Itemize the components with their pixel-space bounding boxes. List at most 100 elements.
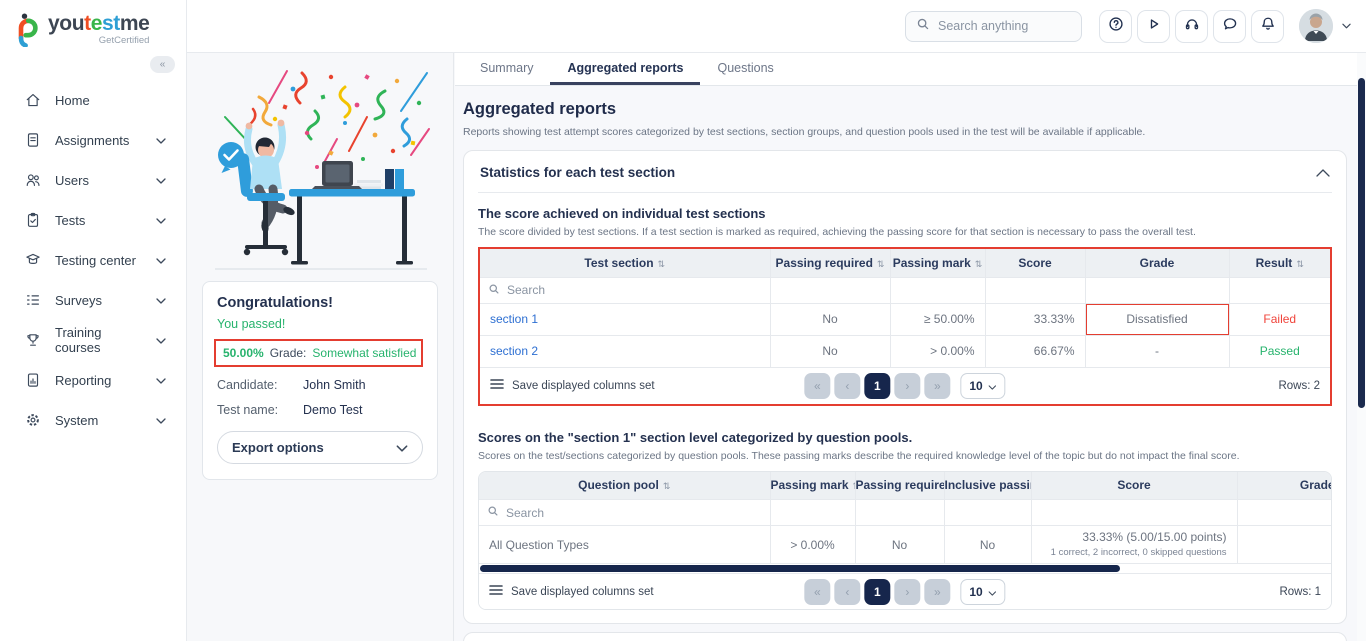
column-result[interactable]: Result⇅ <box>1229 249 1330 277</box>
chevron-up-icon[interactable] <box>1316 169 1330 177</box>
sidebar-item-label: Assignments <box>55 133 143 148</box>
headphones-icon <box>1183 15 1201 38</box>
overall-score: 50.00% <box>223 346 264 360</box>
first-page-button[interactable]: « <box>804 373 830 399</box>
global-search[interactable] <box>905 11 1082 42</box>
notifications-button[interactable] <box>1251 10 1284 43</box>
column-inclusive-passing[interactable]: Inclusive passing <box>944 472 1031 500</box>
sidebar-item-surveys[interactable]: Surveys <box>0 280 186 320</box>
pagination: « ‹ 1 › » 10 <box>804 579 1005 605</box>
sidebar-item-assignments[interactable]: Assignments <box>0 120 186 160</box>
search-input[interactable] <box>938 19 1071 33</box>
prev-page-button[interactable]: ‹ <box>834 579 860 605</box>
column-passing-mark[interactable]: Passing mark⇅ <box>890 249 985 277</box>
page-size-select[interactable]: 10 <box>960 373 1005 399</box>
question-pool-cell: All Question Types <box>479 526 770 564</box>
report-icon <box>24 371 42 389</box>
grade-cell: - <box>1085 335 1229 367</box>
section-link[interactable]: section 1 <box>490 312 538 326</box>
chat-button[interactable] <box>1213 10 1246 43</box>
section-scores-table-annotation: Test section⇅ Passing required⇅ Passing … <box>478 247 1332 406</box>
score-grade-annotation: 50.00% Grade: Somewhat satisfied <box>214 339 423 367</box>
tutorial-button[interactable] <box>1137 10 1170 43</box>
vertical-scrollbar-thumb[interactable] <box>1358 78 1365 408</box>
page-number-button[interactable]: 1 <box>864 579 890 605</box>
save-columns-button[interactable]: Save displayed columns set <box>490 378 655 393</box>
sidebar-item-label: Testing center <box>55 253 143 268</box>
inclusive-passing-cell: No <box>944 526 1031 564</box>
next-page-button[interactable]: › <box>894 373 920 399</box>
grade-label: Grade: <box>270 346 307 360</box>
column-score[interactable]: Score <box>1031 472 1237 500</box>
sidebar-item-label: Tests <box>55 213 143 228</box>
passing-mark-cell: > 0.00% <box>890 335 985 367</box>
question-pool-filter-input[interactable] <box>506 506 762 520</box>
score-breakdown: 1 correct, 2 incorrect, 0 skipped questi… <box>1042 547 1227 559</box>
sidebar-item-reporting[interactable]: Reporting <box>0 360 186 400</box>
last-page-button[interactable]: » <box>924 373 950 399</box>
column-passing-required[interactable]: Passing required <box>855 472 944 500</box>
page-number-button[interactable]: 1 <box>864 373 890 399</box>
first-page-button[interactable]: « <box>804 579 830 605</box>
prev-page-button[interactable]: ‹ <box>834 373 860 399</box>
page-size-select[interactable]: 10 <box>960 579 1005 605</box>
sidebar-item-testing-center[interactable]: Testing center <box>0 240 186 280</box>
sidebar-item-system[interactable]: System <box>0 400 186 440</box>
table-row: section 1 No ≥ 50.00% 33.33% Dissatisfie… <box>480 303 1330 335</box>
profile-menu-chevron-icon[interactable] <box>1342 23 1351 29</box>
candidate-label: Candidate: <box>217 378 303 392</box>
sidebar-item-label: Home <box>55 93 166 108</box>
brand-logo[interactable]: youtestme GetCertified <box>0 0 186 47</box>
passing-required-cell: No <box>770 303 890 335</box>
column-test-section[interactable]: Test section⇅ <box>480 249 770 277</box>
sidebar-item-training-courses[interactable]: Training courses <box>0 320 186 360</box>
column-passing-mark[interactable]: Passing mark⇅ <box>770 472 855 500</box>
tab-summary[interactable]: Summary <box>463 53 550 85</box>
column-question-pool[interactable]: Question pool⇅ <box>479 472 770 500</box>
document-icon <box>24 131 42 149</box>
export-options-button[interactable]: Export options <box>217 431 423 464</box>
table-row: section 2 No > 0.00% 66.67% - Passed <box>480 335 1330 367</box>
sidebar-item-label: Training courses <box>55 325 143 355</box>
horizontal-scrollbar-thumb[interactable] <box>480 565 1120 572</box>
result-card: Congratulations! You passed! 50.00% Grad… <box>202 281 438 480</box>
passing-required-cell: No <box>855 526 944 564</box>
sidebar-collapse-button[interactable]: « <box>150 56 175 73</box>
sidebar-item-tests[interactable]: Tests <box>0 200 186 240</box>
tab-aggregated-reports[interactable]: Aggregated reports <box>550 53 700 85</box>
export-options-label: Export options <box>232 440 324 455</box>
column-passing-required[interactable]: Passing required⇅ <box>770 249 890 277</box>
column-grade[interactable]: Grade <box>1085 249 1229 277</box>
chevron-down-icon <box>156 251 166 269</box>
table-header-row: Question pool⇅ Passing mark⇅ Passing req… <box>479 472 1332 500</box>
test-section-filter-input[interactable] <box>507 283 762 297</box>
section-link[interactable]: section 2 <box>490 344 538 358</box>
sort-icon: ⇅ <box>877 259 885 269</box>
avatar[interactable] <box>1299 9 1333 43</box>
pool-scores-table: Question pool⇅ Passing mark⇅ Passing req… <box>479 472 1332 565</box>
column-grade[interactable]: Grade <box>1237 472 1332 500</box>
next-page-button[interactable]: › <box>894 579 920 605</box>
sidebar-item-home[interactable]: Home <box>0 80 186 120</box>
help-button[interactable] <box>1099 10 1132 43</box>
result-title: Congratulations! <box>217 295 423 311</box>
rows-count: Rows: 2 <box>1278 380 1320 392</box>
clipboard-icon <box>24 211 42 229</box>
home-icon <box>24 91 42 109</box>
result-cell: Passed <box>1229 335 1330 367</box>
column-score[interactable]: Score <box>985 249 1085 277</box>
support-button[interactable] <box>1175 10 1208 43</box>
table-filter-row <box>480 277 1330 303</box>
brand-wordmark: youtestme GetCertified <box>48 13 149 46</box>
result-summary-panel: Congratulations! You passed! 50.00% Grad… <box>187 53 454 641</box>
score-cell: 33.33% <box>985 303 1085 335</box>
last-page-button[interactable]: » <box>924 579 950 605</box>
sidebar-item-users[interactable]: Users <box>0 160 186 200</box>
chevron-down-icon <box>156 371 166 389</box>
grade-cell <box>1237 526 1332 564</box>
passing-mark-cell: > 0.00% <box>770 526 855 564</box>
save-columns-button[interactable]: Save displayed columns set <box>489 584 654 599</box>
list-icon <box>24 291 42 309</box>
brand-part: me <box>120 12 150 35</box>
tab-questions[interactable]: Questions <box>700 53 790 85</box>
